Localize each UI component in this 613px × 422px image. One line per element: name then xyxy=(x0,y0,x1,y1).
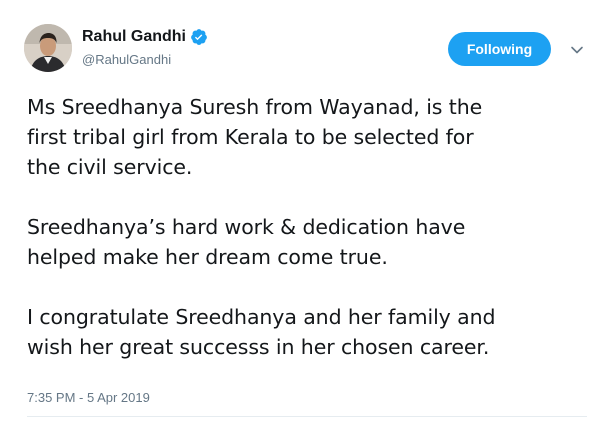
user-handle[interactable]: @RahulGandhi xyxy=(82,52,171,67)
chevron-down-icon[interactable] xyxy=(570,42,584,56)
tweet-paragraph: Ms Sreedhanya Suresh from Wayanad, is th… xyxy=(27,95,483,179)
tweet-card: Rahul Gandhi @RahulGandhi Following Ms S… xyxy=(0,0,613,422)
avatar[interactable] xyxy=(24,24,72,72)
name-row: Rahul Gandhi xyxy=(82,28,208,46)
verified-badge-icon xyxy=(190,28,208,46)
following-button[interactable]: Following xyxy=(448,32,551,66)
tweet-paragraph: Sreedhanya’s hard work & dedication have… xyxy=(27,215,466,269)
tweet-paragraph: I congratulate Sreedhanya and her family… xyxy=(27,305,496,359)
divider xyxy=(27,416,587,417)
display-name[interactable]: Rahul Gandhi xyxy=(82,28,186,46)
tweet-timestamp[interactable]: 7:35 PM - 5 Apr 2019 xyxy=(27,390,150,405)
tweet-text: Ms Sreedhanya Suresh from Wayanad, is th… xyxy=(27,92,592,362)
